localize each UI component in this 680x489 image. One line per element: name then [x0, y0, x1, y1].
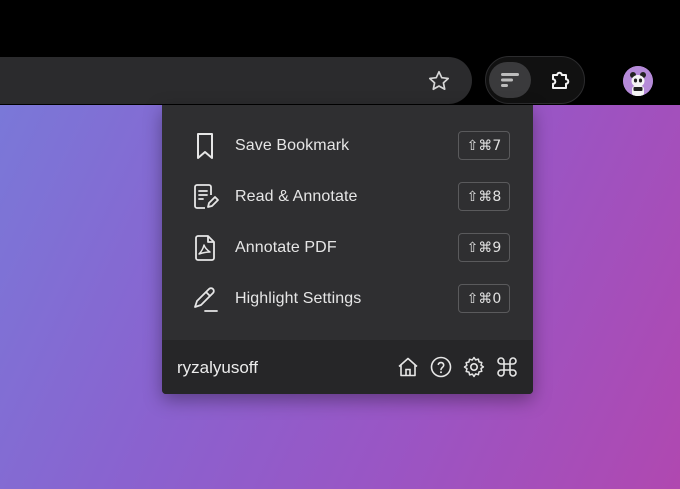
document-edit-icon	[190, 182, 220, 212]
help-icon	[430, 356, 452, 378]
menu-item-read-annotate[interactable]: Read & Annotate ⇧⌘8	[162, 171, 533, 222]
popup-footer: ryzalyusoff	[162, 340, 533, 394]
highlighter-extension-button[interactable]	[489, 62, 531, 98]
menu-item-label: Highlight Settings	[235, 289, 362, 307]
menu-item-label: Read & Annotate	[235, 187, 358, 205]
shortcut-badge: ⇧⌘8	[458, 182, 510, 211]
menu-item-label: Save Bookmark	[235, 136, 350, 154]
address-bar[interactable]	[0, 57, 472, 104]
highlighter-icon	[190, 284, 220, 314]
home-button[interactable]	[395, 354, 421, 380]
settings-button[interactable]	[461, 354, 487, 380]
profile-avatar[interactable]	[623, 66, 653, 96]
menu-item-annotate-pdf[interactable]: Annotate PDF ⇧⌘9	[162, 222, 533, 273]
menu-item-highlight-settings[interactable]: Highlight Settings ⇧⌘0	[162, 273, 533, 324]
popup-menu: Save Bookmark ⇧⌘7 Read & Annotate ⇧⌘8 An…	[162, 120, 533, 324]
extensions-group	[485, 56, 585, 104]
pdf-icon	[190, 233, 220, 263]
bookmark-icon	[190, 131, 220, 161]
settings-icon	[463, 356, 485, 378]
username: ryzalyusoff	[177, 358, 258, 377]
menu-item-label: Annotate PDF	[235, 238, 337, 256]
star-icon	[428, 70, 450, 91]
extensions-button[interactable]	[540, 62, 582, 98]
bookmark-star-button[interactable]	[422, 64, 456, 98]
help-button[interactable]	[428, 354, 454, 380]
shortcut-badge: ⇧⌘9	[458, 233, 510, 262]
browser-toolbar	[0, 0, 680, 105]
home-icon	[398, 357, 418, 377]
puzzle-icon	[552, 71, 570, 89]
lines-icon	[501, 73, 519, 87]
shortcuts-button[interactable]	[494, 354, 520, 380]
command-icon	[497, 357, 517, 377]
shortcut-badge: ⇧⌘7	[458, 131, 510, 160]
shortcut-badge: ⇧⌘0	[458, 284, 510, 313]
extension-popup: Save Bookmark ⇧⌘7 Read & Annotate ⇧⌘8 An…	[162, 105, 533, 394]
menu-item-save-bookmark[interactable]: Save Bookmark ⇧⌘7	[162, 120, 533, 171]
panda-avatar-icon	[623, 66, 653, 96]
